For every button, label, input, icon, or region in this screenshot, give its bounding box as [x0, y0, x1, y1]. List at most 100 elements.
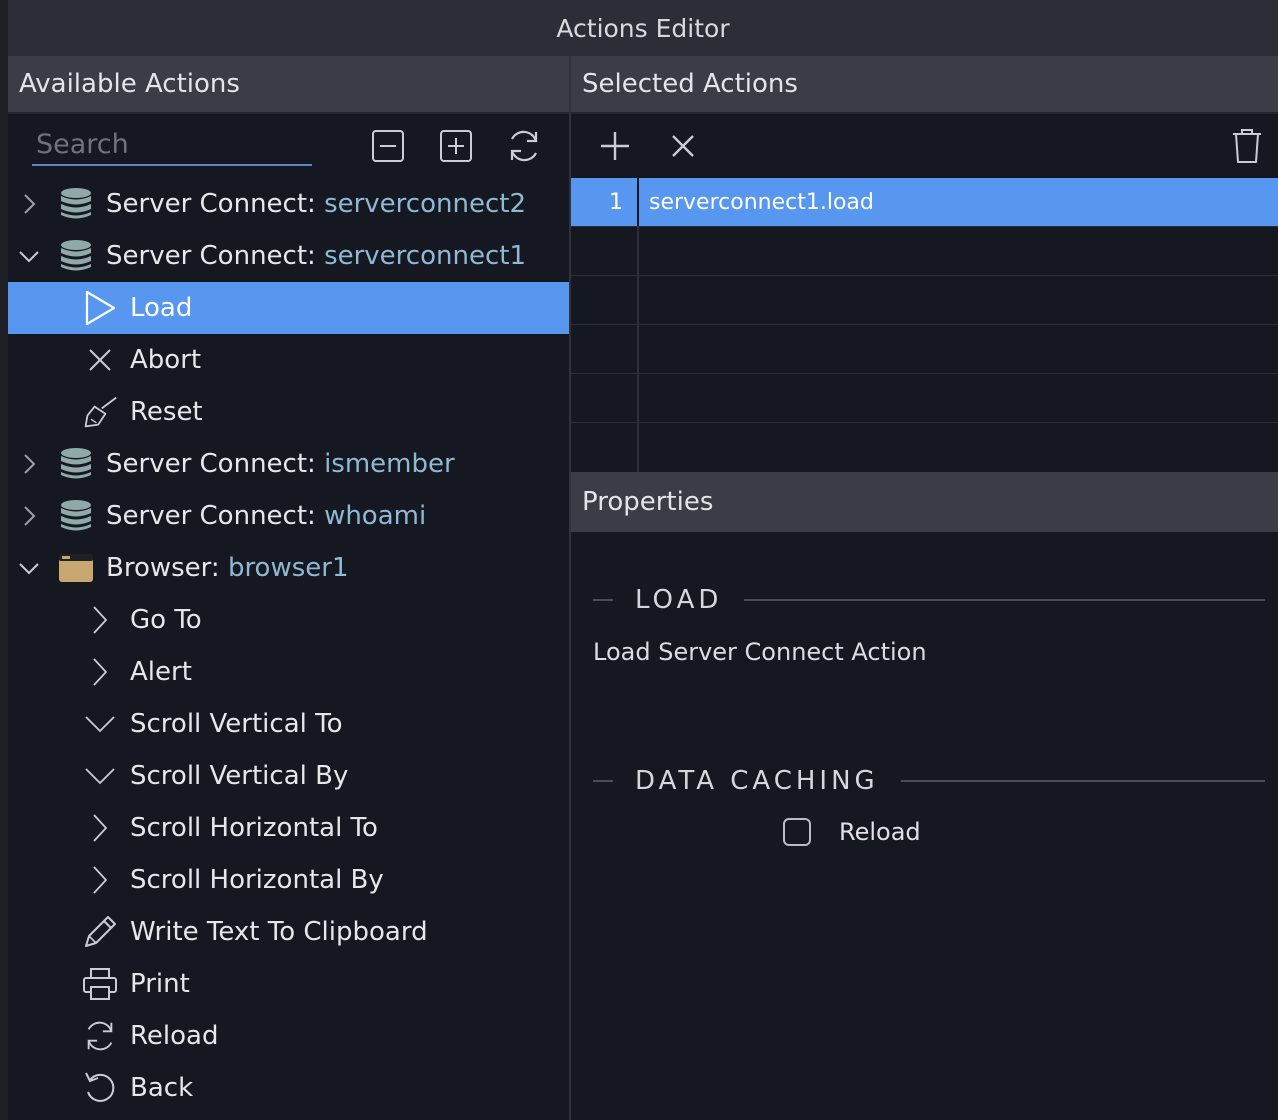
action-item-label: Scroll Vertical By: [130, 761, 349, 791]
action-item-label: Scroll Horizontal To: [130, 813, 378, 843]
action-item-label: Reset: [130, 397, 203, 427]
chevron-down-icon[interactable]: [82, 706, 118, 742]
chevron-right-icon[interactable]: [82, 810, 118, 846]
group-name: whoami: [324, 501, 427, 531]
undo-icon: [82, 1070, 118, 1106]
chevron-right-icon[interactable]: [82, 654, 118, 690]
chevron-right-icon[interactable]: [82, 862, 118, 898]
action-item-label: Reload: [130, 1021, 219, 1051]
action-item-label: Go To: [130, 605, 202, 635]
load-section-title: LOAD: [635, 585, 723, 615]
chevron-right-icon[interactable]: [16, 191, 42, 217]
add-action-button[interactable]: [595, 126, 635, 166]
action-item-scroll-horizontal-to[interactable]: Scroll Horizontal To: [8, 802, 569, 854]
tree-group-browser1[interactable]: Browser: browser1: [8, 542, 569, 594]
group-name: serverconnect2: [324, 189, 526, 219]
pencil-icon: [82, 914, 118, 950]
action-item-label: Abort: [130, 345, 202, 375]
action-item-alert[interactable]: Alert: [8, 646, 569, 698]
row-value: [639, 374, 1278, 422]
group-prefix: Server Connect:: [106, 501, 325, 531]
row-number: [571, 374, 639, 422]
properties-header: Properties: [571, 472, 1278, 532]
action-item-reset[interactable]: Reset: [8, 386, 569, 438]
chevron-down-icon[interactable]: [16, 555, 42, 581]
row-number: 1: [571, 178, 639, 226]
search-input[interactable]: [32, 124, 320, 164]
action-item-print[interactable]: Print: [8, 958, 569, 1010]
group-name: ismember: [324, 449, 455, 479]
database-icon: [58, 238, 94, 274]
selected-actions-panel: Selected Actions 1 serverconnect1.load P: [571, 56, 1278, 1120]
actions-editor-window: Actions Editor Available Actions Search …: [8, 0, 1278, 1120]
chevron-right-icon[interactable]: [16, 451, 42, 477]
action-item-write-text-to-clipboard[interactable]: Write Text To Clipboard: [8, 906, 569, 958]
printer-icon: [82, 966, 118, 1002]
data-caching-title: DATA CACHING: [635, 766, 879, 796]
remove-action-button[interactable]: [663, 126, 703, 166]
group-prefix: Server Connect:: [106, 189, 325, 219]
action-item-go-to[interactable]: Go To: [8, 594, 569, 646]
row-value: [639, 423, 1278, 477]
load-section-legend: LOAD: [593, 580, 1265, 620]
browser-window-icon: [58, 550, 94, 586]
plus-square-icon: [440, 130, 472, 162]
action-item-label: Print: [130, 969, 190, 999]
actions-tree: Server Connect: serverconnect2 Server Co…: [8, 178, 569, 1114]
collapse-all-button[interactable]: [368, 126, 408, 166]
action-item-label: Write Text To Clipboard: [130, 917, 428, 947]
selected-actions-toolbar: [571, 114, 1278, 178]
action-item-abort[interactable]: Abort: [8, 334, 569, 386]
refresh-icon: [82, 1018, 118, 1054]
chevron-down-icon[interactable]: [82, 758, 118, 794]
empty-action-row[interactable]: [571, 325, 1278, 374]
row-value: [639, 227, 1278, 275]
reload-checkbox-label: Reload: [839, 818, 921, 846]
action-item-scroll-vertical-by[interactable]: Scroll Vertical By: [8, 750, 569, 802]
close-icon: [672, 135, 694, 157]
chevron-right-icon[interactable]: [82, 602, 118, 638]
broom-icon: [82, 394, 118, 430]
action-item-back[interactable]: Back: [8, 1062, 569, 1114]
load-description: Load Server Connect Action: [593, 638, 927, 666]
expand-all-button[interactable]: [436, 126, 476, 166]
delete-all-button[interactable]: [1227, 126, 1267, 166]
tree-group-serverconnect1[interactable]: Server Connect: serverconnect1: [8, 230, 569, 282]
action-item-scroll-vertical-to[interactable]: Scroll Vertical To: [8, 698, 569, 750]
empty-action-row[interactable]: [571, 276, 1278, 325]
chevron-right-icon[interactable]: [16, 503, 42, 529]
data-caching-legend: DATA CACHING: [593, 761, 1265, 801]
tree-group-serverconnect2[interactable]: Server Connect: serverconnect2: [8, 178, 569, 230]
action-item-reload[interactable]: Reload: [8, 1010, 569, 1062]
row-value: [639, 325, 1278, 373]
group-name: browser1: [227, 553, 349, 583]
group-prefix: Server Connect:: [106, 241, 325, 271]
database-icon: [58, 446, 94, 482]
available-actions-header: Available Actions: [8, 56, 569, 114]
group-name: serverconnect1: [324, 241, 526, 271]
selected-action-row[interactable]: 1 serverconnect1.load: [571, 178, 1278, 227]
trash-icon: [1233, 129, 1261, 163]
action-item-label: Load: [130, 293, 193, 323]
available-actions-toolbar: [8, 114, 569, 178]
action-item-label: Scroll Vertical To: [130, 709, 343, 739]
row-value: [639, 276, 1278, 324]
row-value: serverconnect1.load: [649, 189, 874, 215]
empty-action-row[interactable]: [571, 423, 1278, 477]
reload-option[interactable]: Reload: [783, 818, 921, 846]
database-icon: [58, 186, 94, 222]
row-number: [571, 227, 639, 275]
action-item-scroll-horizontal-by[interactable]: Scroll Horizontal By: [8, 854, 569, 906]
tree-group-whoami[interactable]: Server Connect: whoami: [8, 490, 569, 542]
minus-square-icon: [372, 130, 404, 162]
search-box: [32, 124, 320, 166]
refresh-button[interactable]: [504, 126, 544, 166]
chevron-down-icon[interactable]: [16, 243, 42, 269]
empty-action-row[interactable]: [571, 374, 1278, 423]
selected-actions-grid: 1 serverconnect1.load: [571, 178, 1278, 477]
empty-action-row[interactable]: [571, 227, 1278, 276]
reload-checkbox[interactable]: [783, 818, 811, 846]
action-item-label: Scroll Horizontal By: [130, 865, 384, 895]
action-item-load[interactable]: Load: [8, 282, 569, 334]
tree-group-ismember[interactable]: Server Connect: ismember: [8, 438, 569, 490]
